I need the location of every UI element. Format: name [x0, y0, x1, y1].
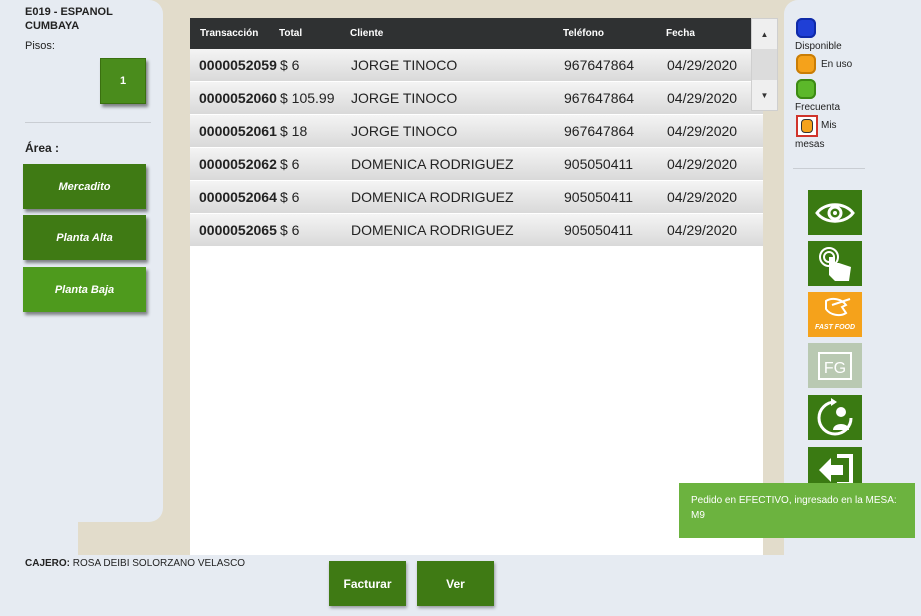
- cell-total: $ 6: [280, 57, 300, 73]
- legend-mis: Mis: [821, 120, 837, 131]
- cashier-label: CAJERO:: [25, 558, 71, 569]
- legend-mesas: mesas: [795, 139, 825, 150]
- touch-button[interactable]: [808, 241, 862, 286]
- legend-en-uso: En uso: [821, 59, 853, 70]
- cell-cliente: JORGE TINOCO: [351, 90, 458, 106]
- cell-telefono: 905050411: [564, 189, 634, 205]
- cell-telefono: 967647864: [564, 57, 635, 73]
- change-cashier-button[interactable]: [808, 395, 862, 440]
- floor-button-1[interactable]: 1: [100, 58, 146, 104]
- cell-total: $ 6: [280, 222, 300, 238]
- in-use-table-icon: [796, 54, 816, 74]
- scroll-down-icon[interactable]: ▼: [752, 80, 777, 110]
- legend-disponible: Disponible: [795, 41, 842, 52]
- touch-hand-icon: [819, 246, 851, 281]
- header-telefono[interactable]: Teléfono: [563, 28, 666, 39]
- cell-transaccion: 0000052062: [199, 156, 277, 172]
- cell-transaccion: 0000052064: [199, 189, 277, 205]
- fast-food-button[interactable]: FAST FOOD: [808, 292, 862, 337]
- cell-telefono: 905050411: [564, 156, 634, 172]
- cell-transaccion: 0000052065: [199, 222, 277, 238]
- cell-fecha: 04/29/2020: [667, 222, 738, 238]
- cell-fecha: 04/29/2020: [667, 123, 738, 139]
- area-button-mercadito[interactable]: Mercadito: [23, 164, 146, 209]
- cell-telefono: 905050411: [564, 222, 634, 238]
- eye-icon: [815, 202, 855, 223]
- facturar-button[interactable]: Facturar: [329, 561, 406, 606]
- table-row[interactable]: 0000052064 $ 6 DOMENICA RODRIGUEZ 905050411…: [190, 181, 763, 214]
- cell-cliente: JORGE TINOCO: [351, 57, 458, 73]
- cashier-name: ROSA DEIBI SOLORZANO VELASCO: [72, 558, 246, 569]
- scroll-thumb[interactable]: [752, 49, 777, 80]
- cell-total: $ 18: [280, 123, 308, 139]
- floors-label: Pisos:: [25, 40, 55, 52]
- cell-total: $ 105.99: [280, 90, 335, 106]
- fg-button[interactable]: FG: [808, 343, 862, 388]
- view-button[interactable]: [808, 190, 862, 235]
- ver-button[interactable]: Ver: [417, 561, 494, 606]
- svg-text:FG: FG: [824, 360, 846, 377]
- area-button-planta-alta[interactable]: Planta Alta: [23, 215, 146, 260]
- divider: [793, 168, 865, 169]
- header-transaccion[interactable]: Transacción: [190, 28, 279, 39]
- left-panel: E019 - ESPANOL CUMBAYA Pisos: 1 Área : M…: [0, 0, 163, 522]
- refresh-user-icon: [817, 397, 853, 435]
- fg-icon: FG: [818, 351, 852, 380]
- cell-fecha: 04/29/2020: [667, 57, 738, 73]
- cell-cliente: JORGE TINOCO: [351, 123, 458, 139]
- header-total[interactable]: Total: [279, 28, 350, 39]
- cell-fecha: 04/29/2020: [667, 156, 738, 172]
- available-table-icon: [796, 18, 816, 38]
- table-row[interactable]: 0000052059 $ 6 JORGE TINOCO 967647864 04/29/…: [190, 49, 763, 82]
- scroll-up-icon[interactable]: ▲: [752, 19, 777, 49]
- cell-total: $ 6: [280, 189, 300, 205]
- cell-cliente: DOMENICA RODRIGUEZ: [351, 222, 514, 238]
- area-label: Área :: [25, 141, 60, 155]
- table-row[interactable]: 0000052061 $ 18 JORGE TINOCO 967647864 04/29…: [190, 115, 763, 148]
- cell-transaccion: 0000052060: [199, 90, 277, 106]
- legend-frecuenta: Frecuenta: [795, 102, 841, 113]
- store-name-line1: E019 - ESPANOL: [25, 6, 113, 18]
- cell-total: $ 6: [280, 156, 300, 172]
- cashier-info: CAJERO: ROSA DEIBI SOLORZANO VELASCO: [25, 558, 245, 569]
- table-row[interactable]: 0000052060 $ 105.99 JORGE TINOCO 967647864 0…: [190, 82, 763, 115]
- table-scrollbar[interactable]: ▲ ▼: [751, 18, 778, 111]
- cell-transaccion: 0000052061: [199, 123, 277, 139]
- cell-telefono: 967647864: [564, 90, 635, 106]
- table-body: 0000052059 $ 6 JORGE TINOCO 967647864 04/29/…: [190, 49, 763, 247]
- cell-fecha: 04/29/2020: [667, 90, 738, 106]
- header-fecha[interactable]: Fecha: [666, 28, 739, 39]
- cell-cliente: DOMENICA RODRIGUEZ: [351, 156, 514, 172]
- divider: [25, 122, 151, 123]
- header-cliente[interactable]: Cliente: [350, 28, 563, 39]
- table-row[interactable]: 0000052065 $ 6 DOMENICA RODRIGUEZ 905050411…: [190, 214, 763, 247]
- store-name: E019 - ESPANOL CUMBAYA: [25, 5, 145, 33]
- frequent-table-icon: [796, 79, 816, 99]
- cell-telefono: 967647864: [564, 123, 635, 139]
- area-button-planta-baja[interactable]: Planta Baja: [23, 267, 146, 312]
- my-tables-icon: [796, 115, 818, 137]
- table-row[interactable]: 0000052062 $ 6 DOMENICA RODRIGUEZ 905050411…: [190, 148, 763, 181]
- table-header: Transacción Total Cliente Teléfono Fecha: [190, 18, 763, 49]
- cell-cliente: DOMENICA RODRIGUEZ: [351, 189, 514, 205]
- cell-transaccion: 0000052059: [199, 57, 277, 73]
- cell-fecha: 04/29/2020: [667, 189, 738, 205]
- transactions-table: Transacción Total Cliente Teléfono Fecha…: [190, 18, 763, 555]
- svg-text:FAST FOOD: FAST FOOD: [815, 324, 855, 331]
- fast-food-icon: FAST FOOD: [815, 297, 855, 331]
- notification-toast[interactable]: Pedido en EFECTIVO, ingresado en la MESA…: [679, 483, 915, 538]
- store-name-line2: CUMBAYA: [25, 20, 80, 32]
